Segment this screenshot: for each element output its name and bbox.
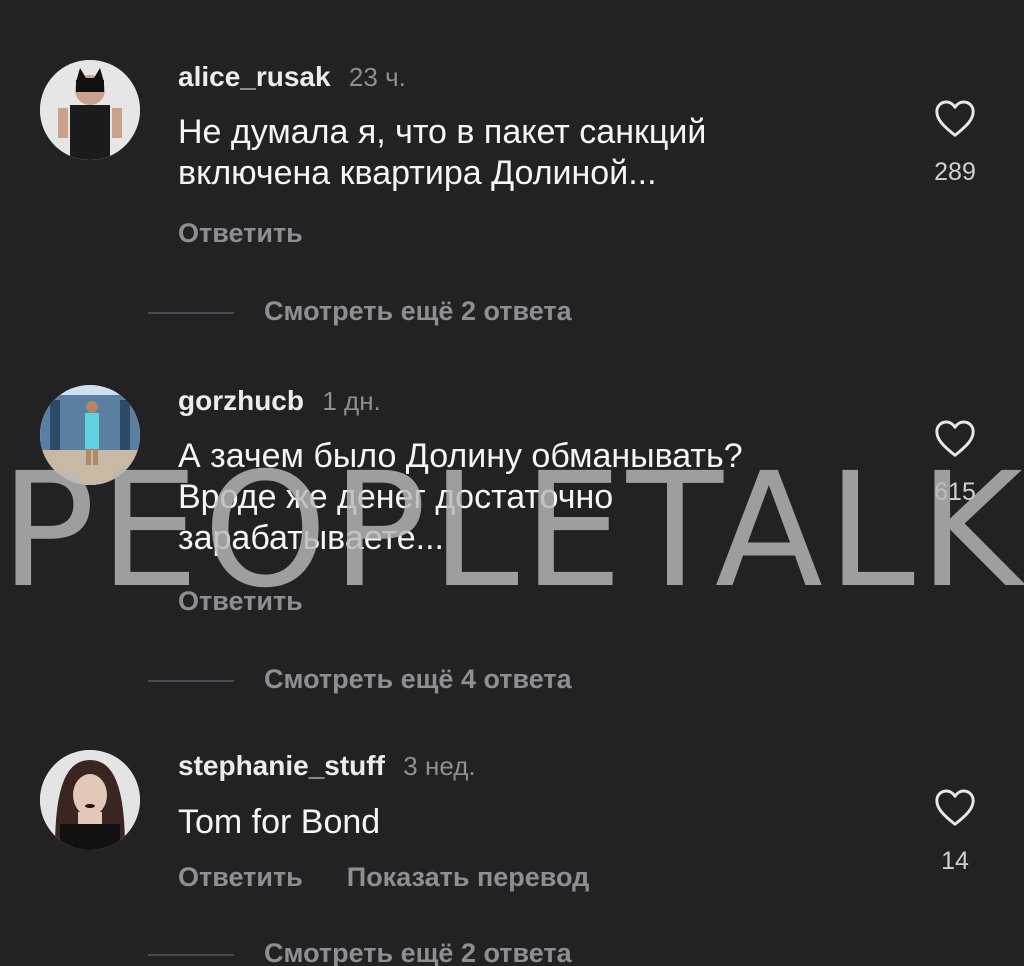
username[interactable]: stephanie_stuff <box>178 750 385 781</box>
divider-line <box>148 679 234 682</box>
reply-button[interactable]: Ответить <box>178 218 303 248</box>
username[interactable]: gorzhucb <box>178 385 304 416</box>
comment-meta: stephanie_stuff 3 нед. <box>178 749 476 783</box>
avatar[interactable] <box>40 60 140 160</box>
view-more-label: Смотреть ещё 2 ответа <box>264 938 572 966</box>
like-area: 289 <box>925 98 985 187</box>
heart-outline-icon[interactable] <box>933 98 977 138</box>
timestamp: 23 ч. <box>348 62 406 92</box>
like-area: 615 <box>925 418 985 507</box>
view-more-replies[interactable]: Смотреть ещё 2 ответа <box>148 296 572 327</box>
like-area: 14 <box>925 787 985 876</box>
reply-button[interactable]: Ответить <box>178 862 303 892</box>
show-translation-button[interactable]: Показать перевод <box>347 862 590 892</box>
avatar[interactable] <box>40 750 140 850</box>
comment-text: Не думала я, что в пакет санкций включен… <box>178 113 707 192</box>
reply-button[interactable]: Ответить <box>178 586 303 616</box>
timestamp: 1 дн. <box>322 386 381 416</box>
like-count: 615 <box>934 478 976 506</box>
like-count: 14 <box>941 847 969 875</box>
comment-text: Tom for Bond <box>178 803 381 841</box>
comment-meta: gorzhucb 1 дн. <box>178 384 381 418</box>
like-count: 289 <box>934 158 976 186</box>
view-more-label: Смотреть ещё 2 ответа <box>264 296 572 326</box>
divider-line <box>148 953 234 956</box>
comment-meta: alice_rusak 23 ч. <box>178 60 406 94</box>
comment-actions: Ответить <box>178 218 303 249</box>
avatar[interactable] <box>40 385 140 485</box>
divider-line <box>148 311 234 314</box>
heart-outline-icon[interactable] <box>933 418 977 458</box>
timestamp: 3 нед. <box>403 751 476 781</box>
comment-actions: Ответить Показать перевод <box>178 862 589 893</box>
heart-outline-icon[interactable] <box>933 787 977 827</box>
username[interactable]: alice_rusak <box>178 61 331 92</box>
comments-page: alice_rusak 23 ч. Не думала я, что в пак… <box>0 0 1024 966</box>
view-more-replies[interactable]: Смотреть ещё 4 ответа <box>148 664 572 695</box>
view-more-label: Смотреть ещё 4 ответа <box>264 664 572 694</box>
comment-text: А зачем было Долину обманывать? Вроде же… <box>178 437 743 557</box>
comment-actions: Ответить <box>178 586 303 617</box>
view-more-replies[interactable]: Смотреть ещё 2 ответа <box>148 938 572 966</box>
